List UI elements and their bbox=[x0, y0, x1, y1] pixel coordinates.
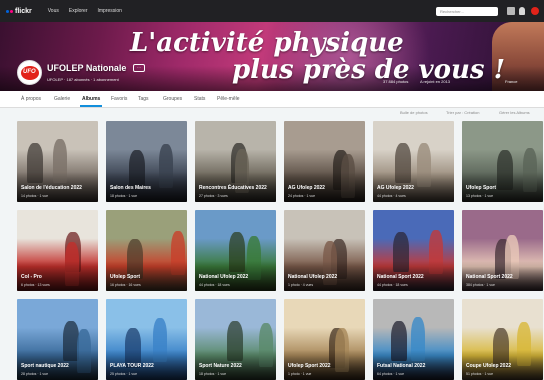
album-card[interactable]: Ufolep Sport 2022 1 photo · 1 vue bbox=[284, 299, 365, 380]
user-avatar[interactable] bbox=[531, 7, 539, 15]
album-meta: 44 photos · 18 vues bbox=[199, 283, 230, 287]
nav-link-vous[interactable]: Vous bbox=[48, 8, 59, 14]
album-meta: 64 photos · 1 vue bbox=[377, 372, 405, 376]
album-title: Sport nautique 2022 bbox=[21, 363, 69, 369]
album-card[interactable]: Ufolep Sport 13 photos · 1 vue bbox=[462, 121, 543, 202]
tab-about[interactable]: À propos bbox=[21, 96, 41, 102]
tab-tags[interactable]: Tags bbox=[138, 96, 149, 102]
album-title: Coupe Ufolep 2022 bbox=[466, 363, 512, 369]
album-card[interactable]: National Sport 2022 384 photos · 1 vue bbox=[462, 210, 543, 291]
bell-icon[interactable] bbox=[519, 7, 525, 15]
album-meta: 1 photo · 1 vue bbox=[288, 372, 312, 376]
album-meta: 24 photos · 1 vue bbox=[288, 194, 316, 198]
album-card[interactable]: National Sport 2022 44 photos · 18 vues bbox=[373, 210, 454, 291]
album-title: National Sport 2022 bbox=[466, 274, 513, 280]
album-card[interactable]: AG Ufolep 2022 44 photos · 4 vues bbox=[373, 121, 454, 202]
album-card[interactable]: Rencontres Éducatives 2022 27 photos · 3 … bbox=[195, 121, 276, 202]
album-meta: 1 photo · 4 vues bbox=[288, 283, 314, 287]
album-meta: 18 photos · 1 vue bbox=[110, 194, 138, 198]
album-title: National Ufolep 2022 bbox=[199, 274, 249, 280]
tab-favoris[interactable]: Favoris bbox=[111, 96, 127, 102]
album-meta: 51 photos · 1 vue bbox=[466, 372, 494, 376]
album-card[interactable]: Ufolep Sport 16 photos · 16 vues bbox=[106, 210, 187, 291]
album-card[interactable]: Sport nautique 2022 28 photos · 1 vue bbox=[17, 299, 98, 380]
tab-pele-mele[interactable]: Pêle-mêle bbox=[217, 96, 240, 102]
upload-icon[interactable] bbox=[507, 7, 515, 15]
album-card[interactable]: AG Ufolep 2022 24 photos · 1 vue bbox=[284, 121, 365, 202]
flickr-logo[interactable]: flickr bbox=[6, 8, 32, 15]
album-meta: 44 photos · 18 vues bbox=[377, 283, 408, 287]
search-input[interactable]: Rechercher... bbox=[436, 7, 498, 16]
toolbar-manage-albums[interactable]: Gérer les Albums bbox=[499, 110, 530, 115]
album-meta: 28 photos · 1 vue bbox=[21, 372, 49, 376]
tab-stats[interactable]: Stats bbox=[194, 96, 205, 102]
flickr-dots-icon bbox=[6, 9, 13, 13]
album-card[interactable]: National Ufolep 2022 44 photos · 18 vues bbox=[195, 210, 276, 291]
album-meta: 13 photos · 1 vue bbox=[466, 194, 494, 198]
tab-albums[interactable]: Albums bbox=[79, 96, 103, 107]
album-title: AG Ufolep 2022 bbox=[377, 185, 414, 191]
profile-meta: UFOLEP · 187 abonnés · 1 abonnement bbox=[47, 77, 119, 82]
toolbar-sort[interactable]: Trier par : Création bbox=[446, 110, 479, 115]
cover-slogan-line-2: plus près de vous ! bbox=[232, 55, 505, 85]
nav-link-impression[interactable]: Impression bbox=[97, 8, 121, 14]
album-meta: 27 photos · 3 vues bbox=[199, 194, 228, 198]
album-title: Ufolep Sport 2022 bbox=[288, 363, 331, 369]
top-navigation-bar: flickr Vous Explorer Impression Recherch… bbox=[0, 0, 544, 22]
album-meta: 16 photos · 16 vues bbox=[110, 283, 141, 287]
album-card[interactable]: Salon de l'éducation 2022 14 photos · 1 v… bbox=[17, 121, 98, 202]
album-title: National Sport 2022 bbox=[377, 274, 424, 280]
stat-location: France bbox=[505, 79, 518, 84]
album-title: Rencontres Éducatives 2022 bbox=[199, 185, 267, 191]
album-title: PLAYA TOUR 2022 bbox=[110, 363, 154, 369]
album-card[interactable]: PLAYA TOUR 2022 25 photos · 1 vue bbox=[106, 299, 187, 380]
album-title: National Ufolep 2022 bbox=[288, 274, 338, 280]
album-card[interactable]: Sport Nature 2022 18 photos · 1 vue bbox=[195, 299, 276, 380]
album-card[interactable]: Salon des Maires 18 photos · 1 vue bbox=[106, 121, 187, 202]
profile-avatar[interactable]: UFO bbox=[17, 60, 42, 85]
profile-subnav: À propos Galerie Albums Favoris Tags Gro… bbox=[0, 91, 544, 108]
album-meta: 44 photos · 4 vues bbox=[377, 194, 406, 198]
profile-more-button[interactable]: ··· bbox=[133, 64, 145, 72]
logo-text: flickr bbox=[15, 7, 32, 15]
avatar-logo-text: UFO bbox=[23, 69, 36, 75]
album-title: AG Ufolep 2022 bbox=[288, 185, 325, 191]
cover-slogan-line-1: L'activité physique bbox=[130, 28, 404, 58]
album-title: Futsal National 2022 bbox=[377, 363, 426, 369]
album-title: Salon de l'éducation 2022 bbox=[21, 185, 82, 191]
album-card[interactable]: Coupe Ufolep 2022 51 photos · 1 vue bbox=[462, 299, 543, 380]
album-meta: 14 photos · 1 vue bbox=[21, 194, 49, 198]
album-meta: 18 photos · 1 vue bbox=[199, 372, 227, 376]
tab-galerie[interactable]: Galerie bbox=[54, 96, 70, 102]
album-card[interactable]: National Ufolep 2022 1 photo · 4 vues bbox=[284, 210, 365, 291]
toolbar-bubble[interactable]: Bulle de photos bbox=[400, 110, 428, 115]
album-title: Sport Nature 2022 bbox=[199, 363, 242, 369]
album-title: Salon des Maires bbox=[110, 185, 151, 191]
album-meta: 6 photos · 13 vues bbox=[21, 283, 50, 287]
album-title: Ufolep Sport bbox=[466, 185, 496, 191]
stat-photos: 37 884 photos bbox=[383, 79, 409, 84]
album-meta: 25 photos · 1 vue bbox=[110, 372, 138, 376]
stat-joined: A rejoint en 2013 bbox=[420, 79, 451, 84]
album-title: Col - Pro bbox=[21, 274, 42, 280]
profile-name: UFOLEP Nationale bbox=[47, 63, 127, 73]
album-title: Ufolep Sport bbox=[110, 274, 140, 280]
nav-link-explorer[interactable]: Explorer bbox=[69, 8, 88, 14]
album-card[interactable]: Futsal National 2022 64 photos · 1 vue bbox=[373, 299, 454, 380]
tab-groupes[interactable]: Groupes bbox=[163, 96, 182, 102]
album-card[interactable]: Col - Pro 6 photos · 13 vues bbox=[17, 210, 98, 291]
album-meta: 384 photos · 1 vue bbox=[466, 283, 495, 287]
